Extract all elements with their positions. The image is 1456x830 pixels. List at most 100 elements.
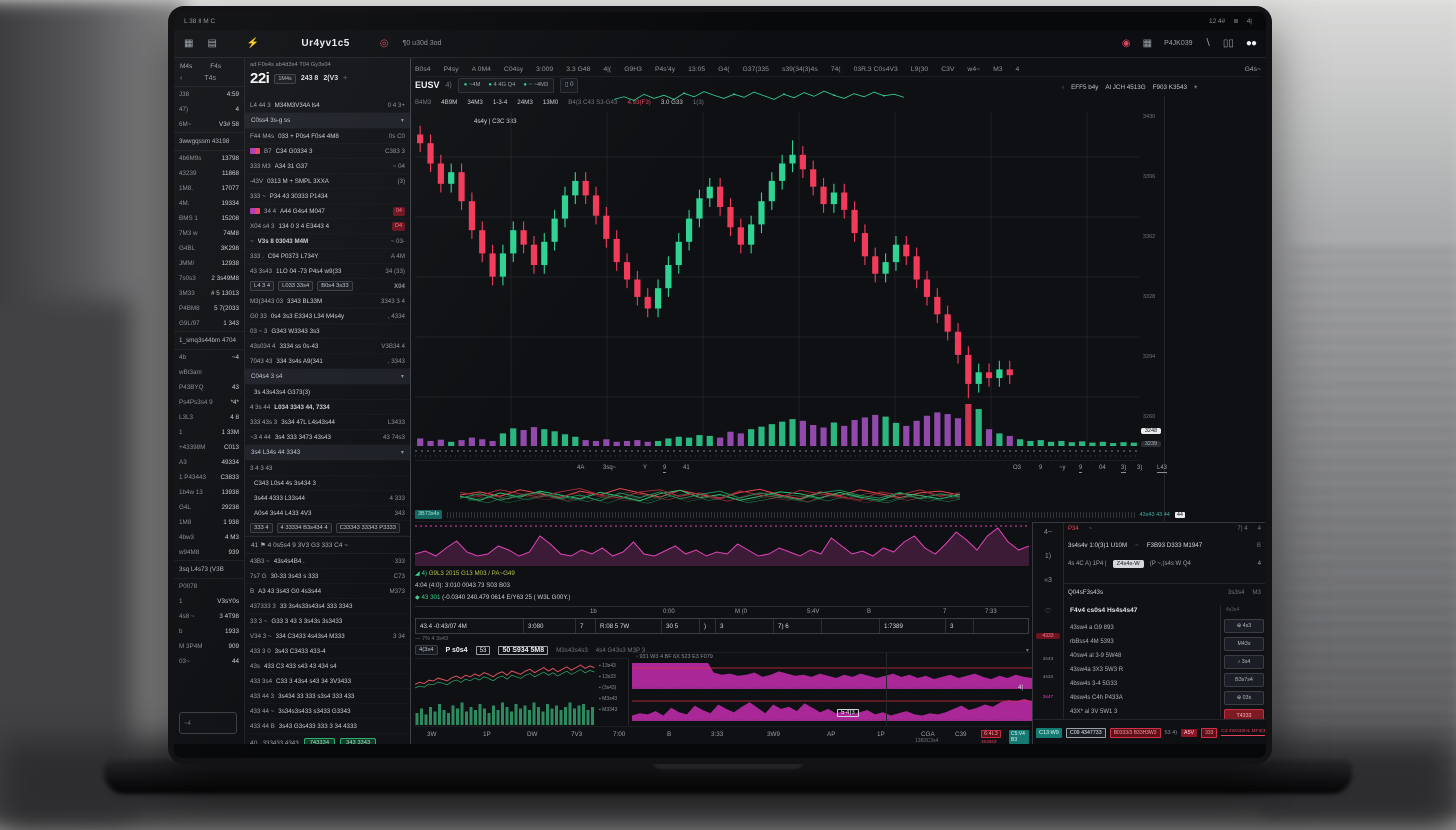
order-side-button[interactable]: ♪ 3s4 <box>1224 655 1264 669</box>
detail-row[interactable]: -43V0313 M + SMPL 3XXA(3) <box>245 174 410 189</box>
watchlist-row[interactable]: 4M.19334 <box>174 196 244 211</box>
target-icon[interactable]: ◎ <box>380 38 389 49</box>
detail-row[interactable]: 3 4 3 43 <box>245 461 410 476</box>
watchlist-row[interactable]: J384:59 <box>174 87 244 102</box>
position-row[interactable]: rbBss4 4M 5393 <box>1070 635 1216 649</box>
watchlist-row[interactable]: w94M8939 <box>174 545 244 560</box>
detail-row[interactable]: C343 L0s4 4s 3s434 3 <box>245 476 410 491</box>
tab-item[interactable]: B0s4 <box>415 66 431 73</box>
tab-item[interactable]: 3:009 <box>536 66 553 73</box>
rail-icon[interactable]: 4s34 <box>1033 675 1063 680</box>
time-axis-label[interactable]: 7V3 <box>571 731 582 738</box>
position-row[interactable]: 43sw4a 3X3 5W3 R <box>1070 663 1216 677</box>
selection-axis-strip[interactable]: 3B73s4s 43s43 43 44 44 <box>415 509 1185 520</box>
watchlist-row[interactable]: P4BM85 7(2033 <box>174 301 244 316</box>
time-axis-label[interactable]: AP <box>827 731 835 738</box>
detail-row[interactable]: 7s7 G30-33 3s43 s 333C73 <box>245 569 410 584</box>
order-side-button[interactable]: M43s <box>1224 637 1264 651</box>
order-tab-more[interactable]: ~ <box>1089 526 1093 532</box>
momentum-indicator-panel[interactable] <box>415 521 1029 568</box>
watchlist-row[interactable]: 1M8.17077 <box>174 181 244 196</box>
rail-icon[interactable]: 1) <box>1033 553 1063 560</box>
tab-item[interactable]: A 0M4 <box>472 66 491 73</box>
watchlist-row[interactable]: M 3P4M909 <box>174 639 244 654</box>
detail-button[interactable]: 333 4 <box>250 523 273 533</box>
time-axis-label[interactable]: 1P <box>877 731 885 738</box>
watchlist-row[interactable]: 4s8 ~3 4T98 <box>174 609 244 624</box>
tab-item[interactable]: G9H3 <box>624 66 642 73</box>
bottom-time-axis[interactable]: 3W1PDW7V37:00B3:333W9AP1PCGAC3913B3C3s46… <box>415 726 1029 745</box>
table-cell[interactable]: 43.4 -0:43/07 4M <box>416 619 524 633</box>
watchlist-row[interactable]: 11 33M <box>174 425 244 440</box>
position-row[interactable]: 43X* al 3V 5W1 3 <box>1070 705 1216 719</box>
strip-item[interactable]: 50 S934 5M8 <box>498 646 548 655</box>
trend-icon[interactable]: ∖ <box>1205 38 1211 49</box>
tab-item[interactable]: G4( <box>718 66 729 73</box>
table-cell[interactable]: 3:080 <box>524 619 576 633</box>
stop-badge[interactable]: 333 <box>1201 728 1217 738</box>
detail-row[interactable]: 333 .C94 P0373 L734YA 4M <box>245 249 410 264</box>
tab-item[interactable]: M3 <box>993 66 1002 73</box>
order-type-button[interactable]: Z4s4s-W <box>1113 560 1144 568</box>
detail-row[interactable]: ~3 4 443s4 333 3473 43s4343 74s3 <box>245 430 410 445</box>
detail-row[interactable]: 333 43s 33s34 47L L4s43s44L3433 <box>245 415 410 430</box>
detail-row[interactable]: 3s44 4333 L33s444 333 <box>245 491 410 506</box>
order-side-button[interactable]: ⊕ 4s3 <box>1224 619 1264 633</box>
detail-banner-row[interactable]: C0ss4 3s-g ss▾ <box>245 113 410 129</box>
price-axis[interactable]: 34303396336233283294326032483239 <box>1141 112 1163 457</box>
tab-item[interactable]: 4|( <box>603 66 611 73</box>
watchlist-row[interactable]: P43BYQ43 <box>174 380 244 395</box>
tab-item[interactable]: s39(34|3)4s <box>782 66 818 73</box>
detail-row[interactable]: 433 3s4C33 3 43s4 s43 34 3V3433 <box>245 674 410 689</box>
watchlist-row[interactable]: 6M~V3# 58 <box>174 117 244 132</box>
watchlist-row[interactable]: 7M3 w74M8 <box>174 226 244 241</box>
watchlist-row[interactable]: L3L34 8 <box>174 410 244 425</box>
detail-row[interactable]: 03 ~ 3G343 W3343 3s3 <box>245 324 410 339</box>
order-tab-active[interactable]: P34 <box>1068 526 1079 532</box>
detail-row[interactable]: 433 44 ~3s34s3s433 s3433 G3343 <box>245 704 410 719</box>
watchlist-tab-main[interactable]: M4s <box>180 63 192 70</box>
watchlist-row[interactable]: G9L/971 343 <box>174 316 244 331</box>
detail-button[interactable]: 4 33334 B3s434 4 <box>277 523 332 533</box>
strip-item[interactable]: M3s43s4s3 <box>556 647 588 654</box>
mini-axis-label[interactable]: 4A <box>577 465 584 471</box>
time-axis-label[interactable]: B <box>667 731 671 738</box>
detail-row[interactable]: G0 330s4 3s3 E3343 L34 M4s4y, 4334 <box>245 309 410 324</box>
position-row[interactable]: 4bsw4s C4h P433A <box>1070 691 1216 705</box>
add-icon[interactable]: + <box>343 75 347 82</box>
watchlist-row[interactable]: 47)4 <box>174 102 244 117</box>
detail-row[interactable]: V34 3 ~334 C3433 4s43s4 M3333 34 <box>245 629 410 644</box>
flow-indicator-panel[interactable]: ◦ 931 W3 4 BF 6X 523 E3 F079 5 4)3 4| <box>632 652 1032 725</box>
watchlist-row[interactable]: 1M81 938 <box>174 515 244 530</box>
mini-axis-label[interactable]: 9 <box>1079 465 1082 473</box>
tab-item[interactable]: 03R.3 C0s4V3 <box>854 66 898 73</box>
watchlist-row[interactable]: 03~44 <box>174 654 244 669</box>
back-chevron-icon[interactable]: ‹ <box>180 75 182 82</box>
columns-icon[interactable]: ▯▯ <box>1223 38 1234 49</box>
watchlist-row[interactable]: P0078 <box>174 579 244 594</box>
order-side-button[interactable]: ⊕ 03s <box>1224 691 1264 705</box>
detail-row[interactable]: L4 44 3M34M3V34A ls40 4 3+ <box>245 98 410 113</box>
rail-icon[interactable]: 4~ <box>1033 529 1063 536</box>
bottom-bar-icons[interactable]: 53 4) <box>1165 730 1178 736</box>
watchlist-filter-input[interactable]: ~4 <box>179 712 237 734</box>
detail-row[interactable]: 437333 333 3s4s33s43s4 333 3343 <box>245 599 410 614</box>
indicator-segment[interactable]: ● ~4M <box>464 82 481 88</box>
table-cell[interactable]: 30 5 <box>662 619 700 633</box>
watchlist-row[interactable]: b1933 <box>174 624 244 639</box>
order-side-button[interactable]: B3s7s4 <box>1224 673 1264 687</box>
watchlist-row[interactable]: JMM/12938 <box>174 256 244 271</box>
tab-item[interactable]: L9(30 <box>911 66 928 73</box>
watchlist-row[interactable]: 1 P43443C3833 <box>174 470 244 485</box>
tab-item[interactable]: P4s'4y <box>655 66 675 73</box>
apps-icon[interactable]: ▦ <box>1143 38 1152 49</box>
detail-button[interactable]: L4 3 4 <box>250 281 274 291</box>
table-cell[interactable]: 3 <box>716 619 774 633</box>
time-axis-label[interactable]: CGA <box>921 731 935 738</box>
position-row[interactable]: 43sw4 a G9 893 <box>1070 621 1216 635</box>
detail-icon-bar[interactable]: 41 ⚑ 4 0s5s4 9 3V3 G3 333 C4 ~ <box>245 536 410 554</box>
cancel-order-button[interactable]: B0333/3 B33H3W3 <box>1110 728 1161 738</box>
mini-axis-label[interactable]: ~y <box>1059 465 1066 471</box>
mini-axis-label[interactable]: 9 <box>663 465 666 473</box>
price-chip[interactable]: 1M4s <box>274 74 295 84</box>
